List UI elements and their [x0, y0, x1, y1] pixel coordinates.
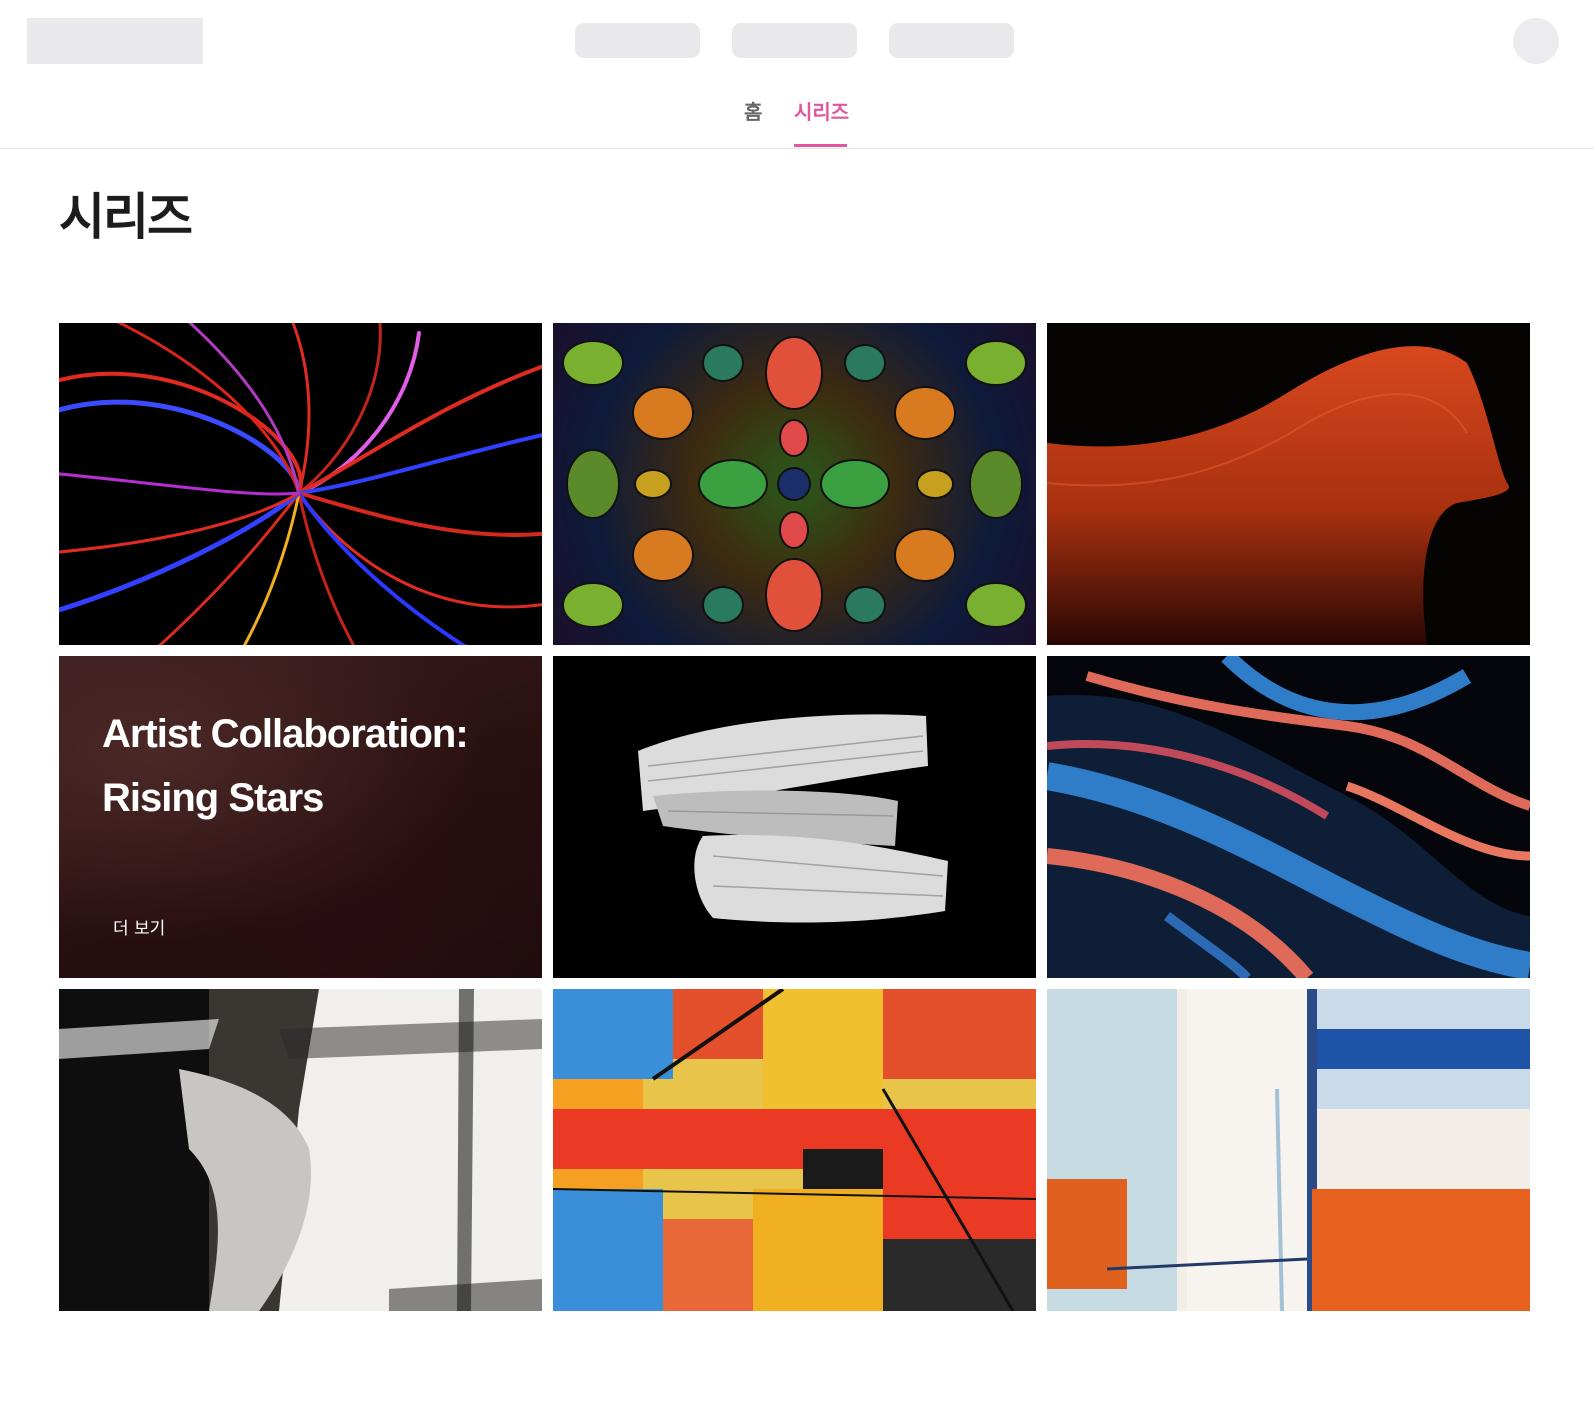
series-card-image [638, 714, 948, 923]
series-card-9[interactable] [1047, 989, 1530, 1311]
avatar-placeholder[interactable] [1513, 18, 1559, 64]
series-card-image [1047, 346, 1509, 645]
series-card-3[interactable] [1047, 323, 1530, 645]
top-navigation-bar [0, 0, 1594, 80]
series-card-8[interactable] [553, 989, 1036, 1311]
nav-item-placeholder-1[interactable] [575, 23, 700, 58]
series-card-5[interactable] [553, 656, 1036, 978]
page-title: 시리즈 [59, 188, 193, 246]
logo-placeholder[interactable] [27, 18, 203, 64]
series-card-image [562, 336, 1027, 632]
sub-tab-bar: 홈 시리즈 [0, 90, 1594, 149]
tab-series[interactable]: 시리즈 [794, 100, 849, 124]
series-card-image [1047, 656, 1530, 978]
series-grid: Artist Collaboration: Rising Stars 더 보기 [59, 323, 1531, 1311]
series-card-image [553, 989, 1036, 1311]
active-tab-indicator [794, 144, 847, 147]
series-card-title: Artist Collaboration: Rising Stars [102, 712, 469, 820]
series-card-2[interactable] [553, 323, 1036, 645]
series-card-image [59, 989, 542, 1311]
series-card-6[interactable] [1047, 656, 1530, 978]
more-link[interactable]: 더 보기 [113, 914, 165, 939]
series-card-image [59, 323, 542, 645]
series-card-1[interactable] [59, 323, 542, 645]
series-card-feature[interactable]: Artist Collaboration: Rising Stars 더 보기 [59, 656, 542, 978]
series-card-7[interactable] [59, 989, 542, 1311]
series-card-image [1047, 989, 1530, 1311]
tab-home[interactable]: 홈 [744, 100, 762, 124]
nav-item-placeholder-3[interactable] [889, 23, 1014, 58]
nav-item-placeholder-2[interactable] [732, 23, 857, 58]
